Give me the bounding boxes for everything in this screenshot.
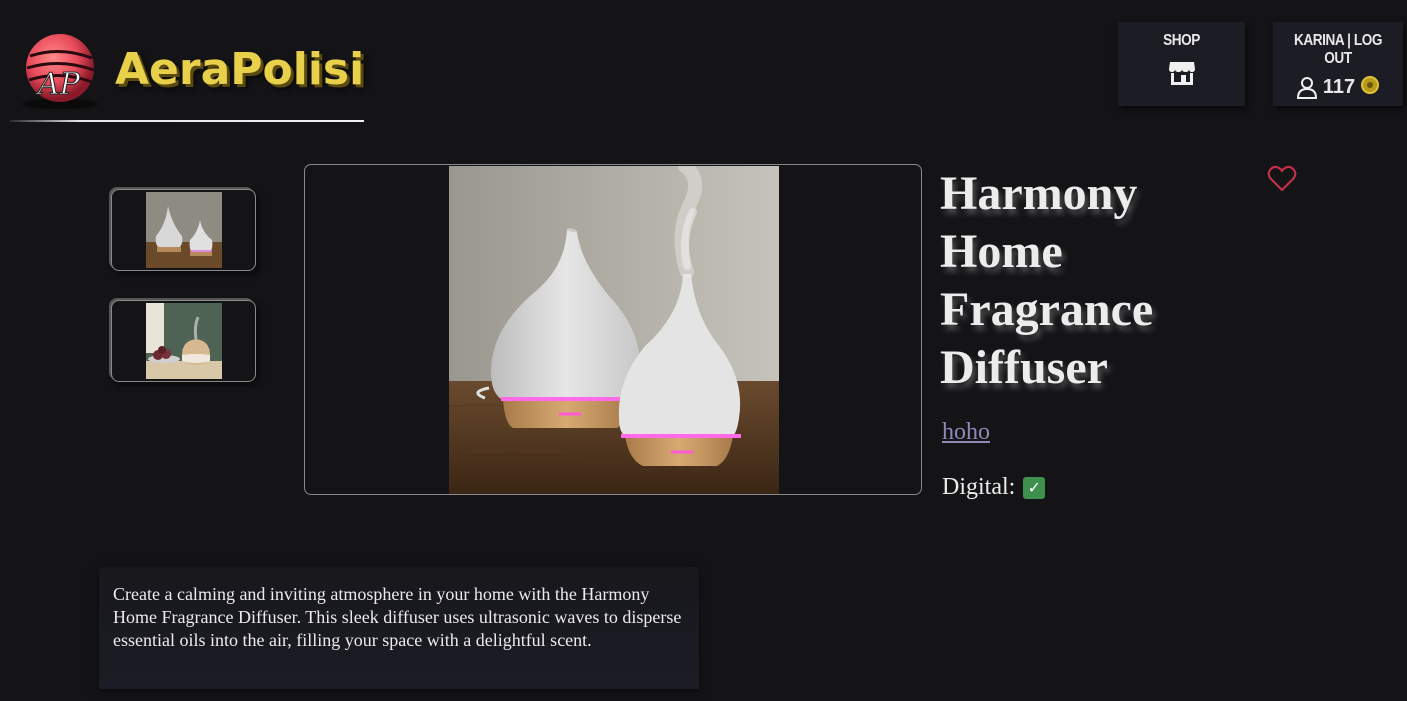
thumbnail-1[interactable] [111, 189, 256, 271]
thumbnail-2[interactable] [111, 300, 256, 382]
main-product-image[interactable] [304, 164, 922, 495]
coin-count: 117 [1322, 76, 1356, 98]
logo-badge: AP [35, 67, 81, 102]
logo-underline [10, 120, 364, 122]
product-title: Harmony Home Fragrance Diffuser [940, 167, 1154, 394]
user-coins: 117 [1273, 75, 1403, 99]
product-photo [449, 166, 779, 494]
checkmark-icon: ✓ [1023, 476, 1046, 499]
site-logo[interactable]: AP AeraPolisi [10, 22, 364, 124]
logo-text: AeraPolisi [115, 44, 365, 95]
seller-link[interactable]: hoho [942, 419, 990, 446]
user-logout-link[interactable]: KARINA | LOG OUT [1283, 32, 1394, 68]
heart-icon[interactable] [1267, 165, 1297, 193]
product-description: Create a calming and inviting atmosphere… [99, 567, 699, 689]
shop-button[interactable]: SHOP [1118, 22, 1245, 106]
coin-icon [1361, 75, 1380, 94]
digital-indicator: Digital: ✓ [942, 474, 1046, 501]
logo-globe-icon: AP [22, 34, 98, 109]
user-icon [1296, 76, 1317, 99]
shop-label: SHOP [1163, 32, 1200, 49]
thumbnail-image-1 [146, 192, 222, 268]
user-panel[interactable]: KARINA | LOG OUT 117 [1273, 22, 1403, 106]
thumbnail-image-2 [146, 303, 222, 379]
digital-label: Digital: [942, 474, 1016, 500]
storefront-icon [1168, 62, 1195, 85]
